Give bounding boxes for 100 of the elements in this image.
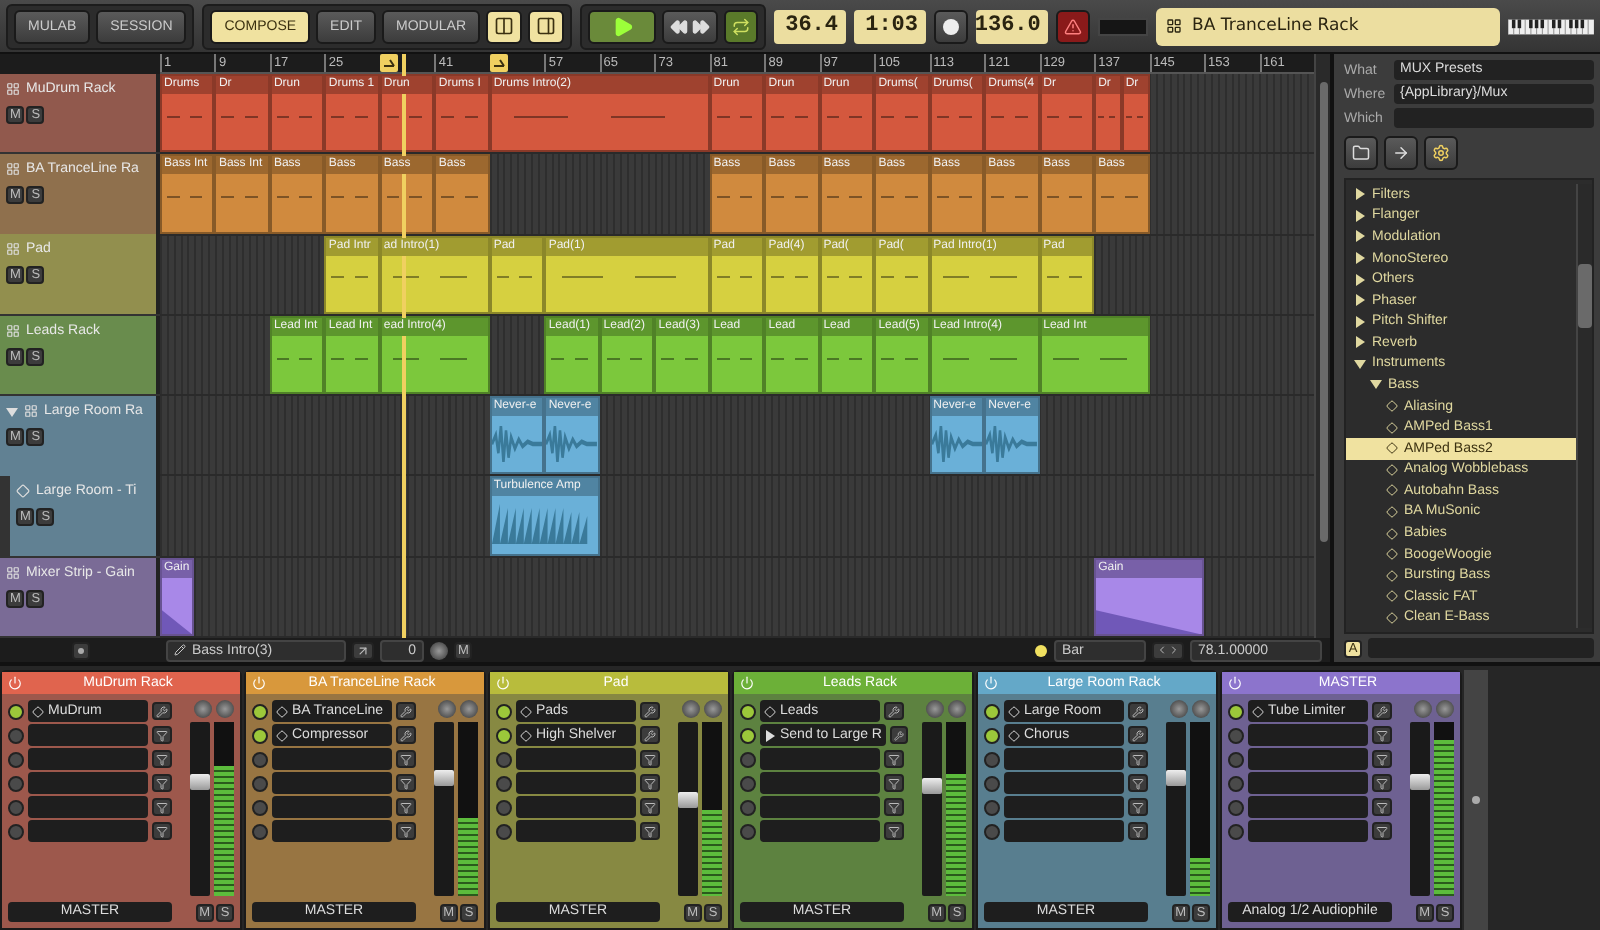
wrench-icon[interactable]: [1372, 702, 1392, 720]
wrench-icon[interactable]: [396, 726, 416, 744]
slot-power-light[interactable]: [984, 775, 1000, 791]
collapsed-arrow-icon[interactable]: [1354, 336, 1366, 349]
filter-icon[interactable]: [640, 822, 660, 840]
rack-selector[interactable]: BA TranceLine Rack: [1156, 7, 1501, 45]
slot-power-light[interactable]: [740, 703, 756, 719]
fader-track[interactable]: [190, 722, 210, 896]
slot-power-light[interactable]: [252, 799, 268, 815]
fader-track[interactable]: [678, 722, 698, 896]
slot-power-light[interactable]: [496, 751, 512, 767]
rewind-forward-button[interactable]: [662, 9, 719, 43]
fader-thumb[interactable]: [434, 770, 454, 787]
wrench-icon[interactable]: [152, 702, 172, 720]
expanded-arrow-icon[interactable]: [1354, 357, 1366, 370]
slot-power-light[interactable]: [496, 727, 512, 743]
filter-icon[interactable]: [640, 750, 660, 768]
settings-icon[interactable]: [1424, 136, 1458, 170]
scrollbar-thumb[interactable]: [1578, 264, 1592, 328]
slot-power-light[interactable]: [984, 727, 1000, 743]
slot-power-light[interactable]: [252, 727, 268, 743]
filter-icon[interactable]: [1128, 822, 1148, 840]
expand-button[interactable]: [71, 641, 89, 659]
warning-icon[interactable]: [1056, 9, 1091, 43]
filter-icon[interactable]: [152, 750, 172, 768]
filter-icon[interactable]: [396, 822, 416, 840]
split-view-icon[interactable]: [486, 9, 523, 43]
fader-track[interactable]: [434, 722, 454, 896]
slot-power-light[interactable]: [252, 751, 268, 767]
fader-thumb[interactable]: [1166, 770, 1186, 787]
scrollbar-track[interactable]: [1368, 638, 1594, 658]
loop-marker-icon[interactable]: [379, 54, 398, 72]
step-arrows-icon[interactable]: [1152, 641, 1184, 659]
slot-power-light[interactable]: [740, 751, 756, 767]
fader-thumb[interactable]: [190, 774, 210, 791]
slot-power-light[interactable]: [496, 799, 512, 815]
open-editor-icon[interactable]: [352, 641, 374, 659]
collapsed-arrow-icon[interactable]: [1354, 273, 1366, 286]
filter-icon[interactable]: [884, 774, 904, 792]
loop-button[interactable]: [724, 9, 759, 43]
filter-icon[interactable]: [1128, 774, 1148, 792]
slot-power-light[interactable]: [740, 775, 756, 791]
filter-icon[interactable]: [152, 726, 172, 744]
filter-icon[interactable]: [1372, 822, 1392, 840]
record-button[interactable]: [934, 9, 969, 43]
slot-power-light[interactable]: [252, 775, 268, 791]
knob-icon[interactable]: [430, 641, 448, 659]
collapsed-arrow-icon[interactable]: [1354, 188, 1366, 201]
wrench-icon[interactable]: [396, 702, 416, 720]
filter-icon[interactable]: [152, 774, 172, 792]
slot-power-light[interactable]: [8, 703, 24, 719]
power-icon[interactable]: [1228, 676, 1242, 690]
fader-thumb[interactable]: [1410, 774, 1430, 791]
fader-track[interactable]: [1166, 722, 1186, 896]
slot-power-light[interactable]: [984, 823, 1000, 839]
collapsed-arrow-icon[interactable]: [1354, 209, 1366, 222]
filter-icon[interactable]: [1128, 798, 1148, 816]
wrench-icon[interactable]: [889, 726, 908, 744]
loop-marker-icon[interactable]: [489, 54, 508, 72]
slot-power-light[interactable]: [740, 823, 756, 839]
wrench-icon[interactable]: [1128, 726, 1148, 744]
filter-icon[interactable]: [884, 798, 904, 816]
slot-power-light[interactable]: [252, 703, 268, 719]
filter-icon[interactable]: [396, 750, 416, 768]
wrench-icon[interactable]: [640, 702, 660, 720]
power-icon[interactable]: [8, 676, 22, 690]
filter-icon[interactable]: [1372, 726, 1392, 744]
filter-icon[interactable]: [396, 798, 416, 816]
slot-power-light[interactable]: [496, 703, 512, 719]
play-button[interactable]: [588, 9, 657, 43]
folder-icon[interactable]: [1344, 136, 1378, 170]
scrollbar-thumb[interactable]: [1319, 82, 1327, 542]
fader-thumb[interactable]: [922, 777, 942, 794]
fader-track[interactable]: [1410, 722, 1430, 896]
slot-power-light[interactable]: [740, 799, 756, 815]
collapsed-arrow-icon[interactable]: [1354, 294, 1366, 307]
fader-thumb[interactable]: [678, 791, 698, 808]
filter-icon[interactable]: [396, 774, 416, 792]
filter-icon[interactable]: [640, 774, 660, 792]
slot-power-light[interactable]: [984, 703, 1000, 719]
wrench-icon[interactable]: [884, 702, 904, 720]
filter-icon[interactable]: [1372, 774, 1392, 792]
browser-field[interactable]: [1394, 108, 1594, 128]
wrench-icon[interactable]: [640, 726, 660, 744]
fader-track[interactable]: [922, 722, 942, 896]
slot-power-light[interactable]: [984, 751, 1000, 767]
collapsed-arrow-icon[interactable]: [1354, 252, 1366, 265]
slot-power-light[interactable]: [740, 727, 756, 743]
filter-icon[interactable]: [1128, 750, 1148, 768]
wrench-icon[interactable]: [1128, 702, 1148, 720]
slot-power-light[interactable]: [1228, 703, 1244, 719]
filter-icon[interactable]: [1372, 750, 1392, 768]
filter-icon[interactable]: [152, 798, 172, 816]
slot-power-light[interactable]: [496, 823, 512, 839]
add-strip-icon[interactable]: [1472, 796, 1480, 804]
filter-icon[interactable]: [1372, 798, 1392, 816]
filter-icon[interactable]: [640, 798, 660, 816]
arrow-right-icon[interactable]: [1384, 136, 1418, 170]
slot-power-light[interactable]: [252, 823, 268, 839]
slot-power-light[interactable]: [496, 775, 512, 791]
